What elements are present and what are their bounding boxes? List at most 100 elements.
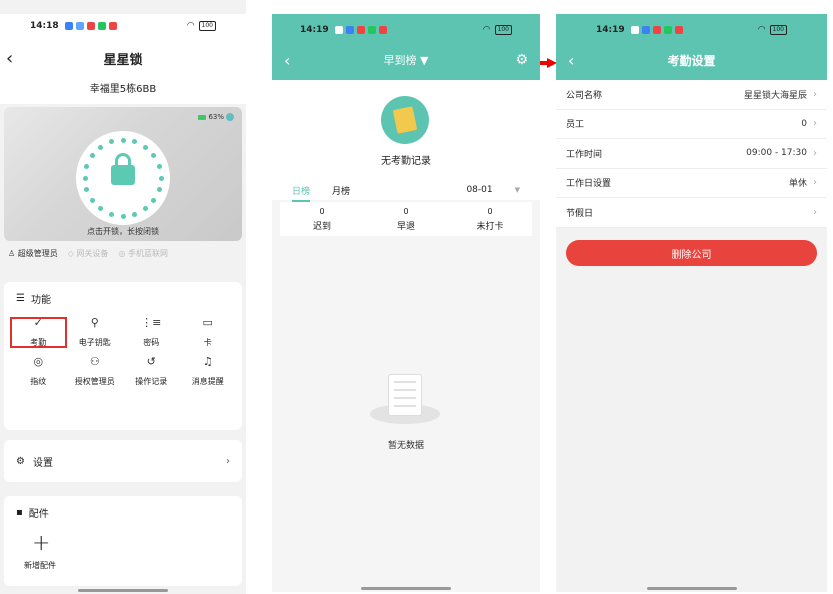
role-bar: ♙ 超级管理员 ◇ 网关设备 ◎ 手机蓝联网 [4, 243, 242, 263]
func-fingerprint[interactable]: ◎ 指纹 [10, 356, 67, 387]
back-icon[interactable]: ‹ [6, 48, 13, 69]
nav-bar: ‹ 早到榜 ▼ ⚙ [272, 44, 540, 76]
bell-icon: ♫ [202, 355, 213, 368]
gear-icon[interactable]: ⚙ [515, 52, 528, 68]
attendance-ranking-screen: 14:19 ◠ 100 ‹ 早到榜 ▼ ⚙ 无考勤记录 日榜 月榜 08-01 ▼… [272, 14, 540, 592]
header: 14:19 ◠ 100 ‹ 考勤设置 [556, 14, 827, 80]
chevron-right-icon: › [813, 118, 817, 130]
fingerprint-icon: ◎ [33, 355, 44, 368]
lock-body-icon [111, 165, 135, 185]
chevron-right-icon: › [226, 455, 230, 467]
ranking-dropdown[interactable]: 早到榜 ▼ [384, 52, 429, 68]
lock-detail-screen: 14:18 ◠ 100 ‹ 星星锁 幸福里5栋6BB 63% 点击开锁，长按闭锁… [0, 0, 246, 594]
note-icon [381, 96, 429, 144]
battery-icon: 100 [769, 25, 787, 35]
row-company-name[interactable]: 公司名称 星星锁大海星辰 › [556, 80, 827, 110]
role-phone: ◎ 手机蓝联网 [118, 248, 168, 258]
tab-month[interactable]: 月榜 [332, 184, 350, 197]
row-holidays[interactable]: 节假日 › [556, 198, 827, 228]
battery-icon: 100 [198, 21, 216, 31]
accessory-icon: ▪ [16, 507, 23, 518]
ring-dot [151, 153, 157, 159]
ring-dot [132, 211, 138, 217]
nav-bar: ‹ 考勤设置 [556, 44, 827, 76]
ring-dot [132, 139, 138, 145]
func-ekey[interactable]: ⚲ 电子钥匙 [67, 317, 124, 348]
stats-summary: 0 迟到 0 早退 0 未打卡 [280, 202, 532, 236]
ring-dot [89, 197, 95, 203]
settings-list: 公司名称 星星锁大海星辰 › 员工 0 › 工作时间 09:00 - 17:30 › 工作日… [556, 80, 827, 228]
status-time: 14:18 [30, 21, 59, 31]
settings-row[interactable]: ⚙ 设置 › [4, 440, 242, 482]
row-employees[interactable]: 员工 0 › [556, 109, 827, 139]
lock-card: 63% 点击开锁，长按闭锁 [4, 107, 242, 241]
func-password[interactable]: ⋮≡ 密码 [123, 317, 180, 348]
lock-hint: 点击开锁，长按闭锁 [87, 227, 159, 236]
add-accessory-label: 新增配件 [24, 561, 56, 570]
chevron-down-icon[interactable]: ▼ [515, 186, 520, 194]
wifi-icon: ◠ [482, 25, 491, 35]
ring-dot [156, 163, 162, 169]
row-work-hours[interactable]: 工作时间 09:00 - 17:30 › [556, 139, 827, 169]
back-icon[interactable]: ‹ [284, 51, 290, 70]
chevron-right-icon: › [813, 147, 817, 159]
history-icon: ↺ [146, 355, 156, 368]
row-workday-settings[interactable]: 工作日设置 单休 › [556, 168, 827, 198]
back-icon[interactable]: ‹ [568, 51, 574, 70]
stat-late: 0 迟到 [312, 206, 331, 232]
ranking-tabs: 日榜 月榜 08-01 ▼ [272, 180, 540, 202]
stat-early: 0 早退 [396, 206, 415, 232]
page-title: 考勤设置 [667, 53, 716, 68]
home-indicator [646, 587, 737, 590]
chevron-right-icon: › [813, 88, 817, 100]
ring-dot [158, 175, 164, 181]
no-record-text: 无考勤记录 [381, 156, 431, 167]
add-accessory-button[interactable]: + [32, 531, 242, 556]
ring-dot [120, 213, 126, 219]
ring-dot [108, 139, 114, 145]
status-bar: 14:19 ◠ 100 [272, 18, 540, 42]
password-icon: ⋮≡ [141, 316, 162, 329]
wifi-icon: ◠ [186, 21, 195, 31]
func-records[interactable]: ↺ 操作记录 [123, 356, 180, 387]
status-bar: 14:19 ◠ 100 [556, 18, 827, 42]
home-indicator [78, 589, 168, 592]
card-icon: ▭ [202, 316, 213, 329]
tab-day[interactable]: 日榜 [292, 184, 311, 202]
wifi-icon: ◠ [757, 25, 766, 35]
ring-dot [142, 206, 148, 212]
ring-dot [142, 144, 148, 150]
ring-dot [120, 137, 126, 143]
system-icons: ◠ 100 [187, 21, 216, 31]
accessories-card: ▪ 配件 + 新增配件 [4, 496, 242, 586]
status-bar: 14:18 ◠ 100 [0, 14, 246, 38]
chevron-right-icon: › [813, 177, 817, 189]
lock-battery: 63% [198, 113, 234, 121]
unlock-button[interactable] [76, 131, 170, 225]
accessories-header: ▪ 配件 [16, 507, 49, 520]
ring-dot [156, 187, 162, 193]
ring-dot [98, 206, 104, 212]
empty-illustration-icon [370, 364, 440, 424]
func-admins[interactable]: ⚇ 授权管理员 [67, 356, 124, 387]
ring-dot [98, 144, 104, 150]
ring-dot [84, 187, 90, 193]
header: 14:19 ◠ 100 ‹ 早到榜 ▼ ⚙ [272, 14, 540, 80]
func-notifications[interactable]: ♫ 消息提醒 [180, 356, 237, 387]
sliders-icon: ☰ [16, 293, 25, 304]
func-attendance[interactable]: ✓ 考勤 [10, 317, 67, 348]
ring-dot [151, 197, 157, 203]
battery-icon: 100 [494, 25, 512, 35]
role-gateway: ◇ 网关设备 [67, 248, 109, 258]
settings-label: 设置 [32, 457, 53, 469]
functions-card: ☰ 功能 ✓ 考勤 ⚲ 电子钥匙 ⋮≡ 密码 ▭ 卡 ◎ 指纹 ⚇ 授权管理员 ↺ 操作记录 … [4, 282, 242, 430]
gear-icon: ⚙ [16, 455, 25, 467]
role-admin: ♙ 超级管理员 [8, 248, 58, 258]
delete-company-button[interactable]: 删除公司 [566, 240, 817, 266]
check-circle-icon: ✓ [33, 316, 43, 329]
func-card[interactable]: ▭ 卡 [180, 317, 237, 348]
functions-grid: ✓ 考勤 ⚲ 电子钥匙 ⋮≡ 密码 ▭ 卡 ◎ 指纹 ⚇ 授权管理员 ↺ 操作记录 ♫ 消息提醒 [4, 315, 242, 389]
key-icon: ⚲ [90, 316, 99, 329]
date-picker[interactable]: 08-01 [466, 185, 492, 195]
page-title: 星星锁 [103, 52, 143, 68]
